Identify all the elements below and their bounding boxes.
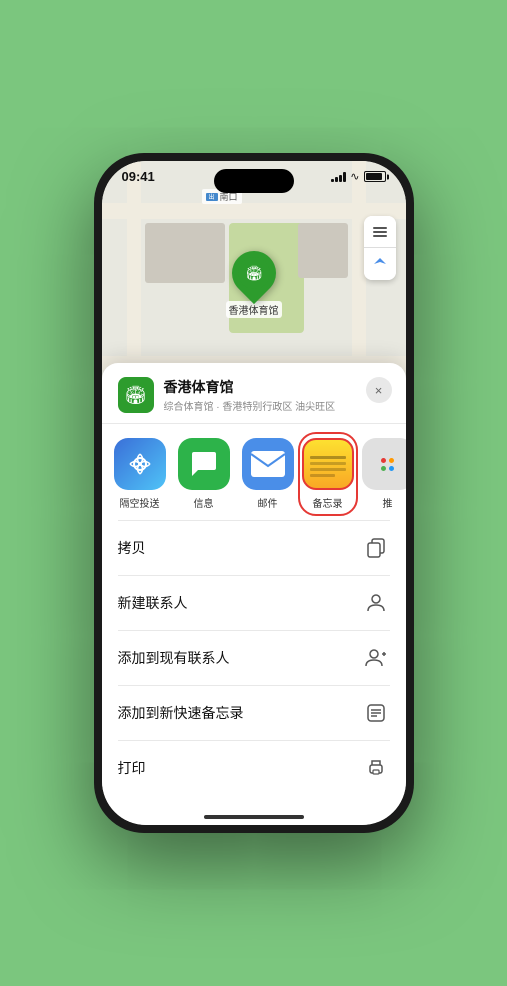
notes-icon [302,438,354,490]
action-copy[interactable]: 拷贝 [118,521,390,576]
more-dots [362,438,406,490]
venue-info: 香港体育馆 综合体育馆 · 香港特别行政区 油尖旺区 [164,377,390,413]
map-layers-button[interactable] [364,216,396,248]
status-icons: ∿ [331,170,385,183]
action-print-label: 打印 [118,758,146,778]
more-apps-icon [362,438,406,490]
action-add-existing[interactable]: 添加到现有联系人 [118,631,390,686]
dynamic-island [214,169,294,193]
airdrop-label: 隔空投送 [120,495,160,510]
map-controls [364,216,396,280]
mail-label: 邮件 [258,495,278,510]
action-print[interactable]: 打印 [118,741,390,795]
bottom-sheet: 🏟 香港体育馆 综合体育馆 · 香港特别行政区 油尖旺区 × [102,363,406,825]
wifi-icon: ∿ [350,170,359,183]
venue-subtitle: 综合体育馆 · 香港特别行政区 油尖旺区 [164,398,390,413]
mail-icon [242,438,294,490]
share-app-airdrop[interactable]: 隔空投送 [112,438,168,510]
venue-icon: 🏟 [118,377,154,413]
person-add-icon [362,644,390,672]
share-apps-row: 隔空投送 信息 [102,424,406,520]
share-app-messages[interactable]: 信息 [176,438,232,510]
home-indicator [204,815,304,819]
memo-icon [362,699,390,727]
sheet-close-button[interactable]: × [366,377,392,403]
action-add-existing-label: 添加到现有联系人 [118,648,230,668]
messages-icon [178,438,230,490]
phone-frame: 09:41 ∿ [94,153,414,833]
action-list: 拷贝 新建联系人 [118,520,390,795]
map-pin: 🏟 香港体育馆 [226,251,282,318]
share-app-mail[interactable]: 邮件 [240,438,296,510]
map-pin-circle: 🏟 [222,242,284,304]
action-new-contact[interactable]: 新建联系人 [118,576,390,631]
phone-screen: 09:41 ∿ [102,161,406,825]
venue-name: 香港体育馆 [164,377,390,397]
airdrop-icon [114,438,166,490]
battery-icon [364,171,386,182]
action-quick-memo[interactable]: 添加到新快速备忘录 [118,686,390,741]
status-time: 09:41 [122,169,155,184]
copy-icon [362,534,390,562]
action-new-contact-label: 新建联系人 [118,593,188,613]
person-icon [362,589,390,617]
sheet-header: 🏟 香港体育馆 综合体育馆 · 香港特别行政区 油尖旺区 × [102,363,406,424]
map-label-icon: 出 [206,193,218,201]
map-location-button[interactable] [364,248,396,280]
messages-label: 信息 [194,495,214,510]
signal-icon [331,172,346,182]
more-label: 推 [383,495,393,510]
map-pin-inner: 🏟 [238,257,270,289]
action-copy-label: 拷贝 [118,538,146,558]
action-quick-memo-label: 添加到新快速备忘录 [118,703,244,723]
print-icon [362,754,390,782]
notes-label: 备忘录 [313,495,343,510]
share-app-more[interactable]: 推 [360,438,406,510]
share-app-notes[interactable]: 备忘录 [300,434,356,514]
